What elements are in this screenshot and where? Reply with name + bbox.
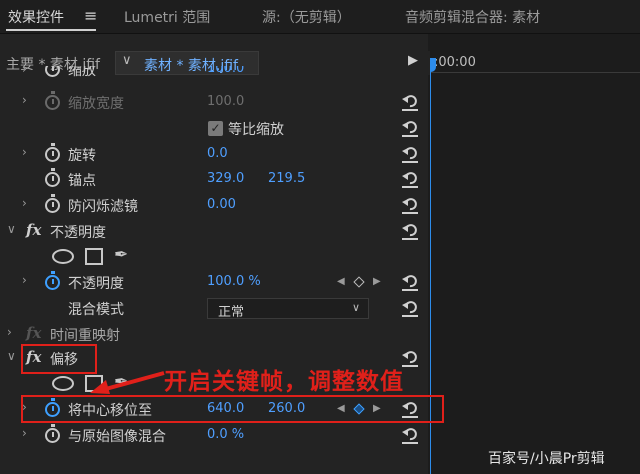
highlight-box-offset bbox=[21, 344, 97, 374]
rectangle-mask-icon[interactable] bbox=[85, 248, 103, 265]
reset-icon[interactable] bbox=[400, 299, 420, 317]
anti-flicker-value[interactable]: 0.00 bbox=[207, 197, 236, 212]
ellipse-mask-icon[interactable] bbox=[52, 376, 74, 391]
property-label: 缩放宽度 bbox=[68, 96, 124, 112]
blend-mode-value: 正常 bbox=[218, 305, 245, 320]
reset-icon[interactable] bbox=[400, 426, 420, 444]
active-tab-indicator bbox=[6, 29, 96, 31]
collapse-arrow-icon[interactable]: ∨ bbox=[7, 349, 16, 363]
reset-icon[interactable] bbox=[400, 196, 420, 214]
stopwatch-icon[interactable] bbox=[45, 66, 60, 77]
section-label: 不透明度 bbox=[50, 225, 106, 241]
fx-icon: fx bbox=[26, 324, 42, 342]
stopwatch-icon[interactable] bbox=[45, 168, 60, 187]
stopwatch-icon[interactable] bbox=[45, 271, 60, 290]
property-label: 防闪烁滤镜 bbox=[68, 199, 138, 215]
highlight-box-shift-center bbox=[21, 395, 444, 423]
tab-effect-controls[interactable]: 效果控件 bbox=[8, 7, 64, 27]
reset-icon[interactable] bbox=[400, 145, 420, 163]
reset-icon[interactable] bbox=[400, 119, 420, 137]
panel-tab-bar: 效果控件 ≡ Lumetri 范围 源:（无剪辑） 音频剪辑混合器: 素材 bbox=[0, 0, 640, 34]
blend-mode-dropdown[interactable]: 正常 ∨ bbox=[207, 298, 369, 320]
rotation-value[interactable]: 0.0 bbox=[207, 146, 228, 161]
pen-mask-icon[interactable]: ✒ bbox=[114, 245, 128, 265]
stopwatch-icon[interactable] bbox=[45, 424, 60, 443]
property-row-rotation: › 旋转 0.0 bbox=[0, 142, 428, 168]
property-row-scale: › 缩放 100.0 bbox=[0, 66, 428, 86]
section-label: 时间重映射 bbox=[50, 328, 120, 344]
expand-arrow-icon[interactable]: › bbox=[22, 273, 27, 287]
next-keyframe-icon[interactable]: ▶ bbox=[373, 276, 381, 287]
expand-arrow-icon[interactable]: › bbox=[22, 93, 27, 107]
stopwatch-icon[interactable] bbox=[45, 143, 60, 162]
collapse-arrow-icon[interactable]: ∨ bbox=[7, 222, 16, 236]
expand-arrow-icon[interactable]: › bbox=[22, 426, 27, 440]
annotation-arrow-icon bbox=[90, 371, 165, 394]
timeline-panel[interactable] bbox=[428, 34, 640, 474]
property-row-anti-flicker: › 防闪烁滤镜 0.00 bbox=[0, 193, 428, 219]
anchor-x-value[interactable]: 329.0 bbox=[207, 171, 244, 186]
tab-lumetri-scopes[interactable]: Lumetri 范围 bbox=[124, 7, 210, 27]
property-row-blend-mode: 混合模式 正常 ∨ bbox=[0, 296, 428, 322]
uniform-scale-checkbox[interactable]: ✓ bbox=[208, 121, 223, 136]
watermark: 百家号/小晨Pr剪辑 bbox=[488, 451, 605, 467]
property-row-scale-width: › 缩放宽度 100.0 bbox=[0, 90, 428, 116]
property-row-opacity: › 不透明度 100.0 % ◀ ▶ bbox=[0, 270, 428, 296]
stopwatch-icon[interactable] bbox=[45, 194, 60, 213]
time-ruler bbox=[428, 72, 640, 73]
timecode: :00:00 bbox=[434, 55, 476, 70]
reset-icon[interactable] bbox=[400, 273, 420, 291]
property-row-uniform-scale: ✓ 等比缩放 bbox=[0, 116, 428, 142]
add-keyframe-icon[interactable] bbox=[353, 276, 365, 288]
opacity-value[interactable]: 100.0 % bbox=[207, 274, 261, 289]
reset-icon[interactable] bbox=[400, 222, 420, 240]
effect-section-opacity[interactable]: ∨ fx 不透明度 bbox=[0, 219, 428, 245]
mask-tools-row: ✒ bbox=[0, 244, 428, 270]
property-row-blend-original: › 与原始图像混合 0.0 % bbox=[0, 423, 428, 449]
expand-arrow-icon[interactable]: › bbox=[22, 196, 27, 210]
property-label: 与原始图像混合 bbox=[68, 429, 166, 445]
hamburger-menu-icon[interactable]: ≡ bbox=[84, 6, 97, 25]
prev-keyframe-icon[interactable]: ◀ bbox=[337, 276, 345, 287]
ellipse-mask-icon[interactable] bbox=[52, 249, 74, 264]
tab-audio-clip-mixer[interactable]: 音频剪辑混合器: 素材 bbox=[405, 7, 540, 27]
property-label: 锚点 bbox=[68, 173, 96, 189]
property-label: 等比缩放 bbox=[228, 122, 284, 138]
scale-width-value: 100.0 bbox=[207, 94, 245, 109]
property-label: 缩放 bbox=[68, 66, 96, 79]
scale-value[interactable]: 100.0 bbox=[207, 66, 244, 76]
reset-icon[interactable] bbox=[400, 93, 420, 111]
expand-arrow-icon[interactable]: › bbox=[22, 66, 27, 76]
property-label: 旋转 bbox=[68, 148, 96, 164]
blend-original-value[interactable]: 0.0 % bbox=[207, 427, 244, 442]
property-label: 不透明度 bbox=[68, 276, 124, 292]
fx-icon[interactable]: fx bbox=[26, 221, 41, 239]
expand-arrow-icon[interactable]: › bbox=[22, 145, 27, 159]
chevron-down-icon: ∨ bbox=[351, 301, 360, 314]
annotation-text: 开启关键帧，调整数值 bbox=[164, 369, 404, 395]
anchor-y-value[interactable]: 219.5 bbox=[268, 171, 305, 186]
tab-source[interactable]: 源:（无剪辑） bbox=[262, 7, 351, 27]
expand-arrow-icon[interactable]: › bbox=[7, 325, 12, 339]
property-row-anchor: 锚点 329.0 219.5 bbox=[0, 167, 428, 193]
stopwatch-icon bbox=[45, 91, 60, 110]
reset-icon[interactable] bbox=[400, 170, 420, 188]
property-label: 混合模式 bbox=[68, 302, 124, 318]
